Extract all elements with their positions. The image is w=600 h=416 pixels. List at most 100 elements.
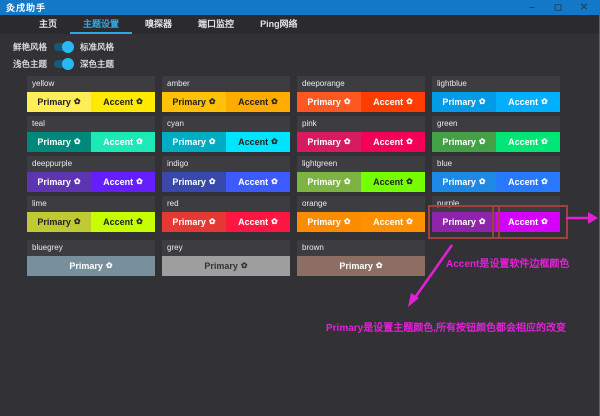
accent-button-green[interactable]: Accent✿ xyxy=(496,132,560,152)
primary-button-lightblue[interactable]: Primary✿ xyxy=(432,92,496,112)
theme-card-red: redPrimary✿Accent✿ xyxy=(162,196,290,232)
swatch-row: Primary✿Accent✿ xyxy=(297,212,425,232)
theme-card-bluegrey: bluegreyPrimary✿ xyxy=(27,240,155,276)
maximize-icon[interactable]: ◻ xyxy=(551,0,565,15)
palette-icon: ✿ xyxy=(209,98,216,106)
theme-card-title: lightblue xyxy=(432,76,560,92)
swatch-row: Primary✿Accent✿ xyxy=(27,132,155,152)
primary-button-brown[interactable]: Primary✿ xyxy=(297,256,425,276)
primary-button-pink[interactable]: Primary✿ xyxy=(297,132,361,152)
primary-label: Primary xyxy=(37,137,71,147)
primary-button-blue[interactable]: Primary✿ xyxy=(432,172,496,192)
primary-button-deeporange[interactable]: Primary✿ xyxy=(297,92,361,112)
palette-icon: ✿ xyxy=(479,178,486,186)
primary-button-purple[interactable]: Primary✿ xyxy=(432,212,496,232)
theme-card-title: orange xyxy=(297,196,425,212)
close-icon[interactable]: ✕ xyxy=(577,0,591,15)
primary-button-red[interactable]: Primary✿ xyxy=(162,212,226,232)
accent-arrow xyxy=(564,210,600,226)
tab-ping-network[interactable]: Ping网络 xyxy=(247,15,311,34)
swatch-row: Primary✿Accent✿ xyxy=(297,92,425,112)
tab-bar: 主页 主题设置 嗅探器 端口监控 Ping网络 xyxy=(0,15,599,34)
theme-card-green: greenPrimary✿Accent✿ xyxy=(432,116,560,152)
tab-sniffer[interactable]: 嗅探器 xyxy=(132,15,185,34)
theme-card-title: teal xyxy=(27,116,155,132)
accent-label: Accent xyxy=(508,137,538,147)
palette-icon: ✿ xyxy=(74,218,81,226)
palette-icon: ✿ xyxy=(406,138,413,146)
primary-label: Primary xyxy=(442,97,476,107)
theme-card-title: indigo xyxy=(162,156,290,172)
primary-button-grey[interactable]: Primary✿ xyxy=(162,256,290,276)
accent-button-purple[interactable]: Accent✿ xyxy=(496,212,560,232)
accent-button-orange[interactable]: Accent✿ xyxy=(361,212,425,232)
theme-card-pink: pinkPrimary✿Accent✿ xyxy=(297,116,425,152)
primary-label: Primary xyxy=(172,137,206,147)
primary-button-amber[interactable]: Primary✿ xyxy=(162,92,226,112)
primary-button-yellow[interactable]: Primary✿ xyxy=(27,92,91,112)
primary-button-orange[interactable]: Primary✿ xyxy=(297,212,361,232)
palette-icon: ✿ xyxy=(479,218,486,226)
accent-label: Accent xyxy=(238,177,268,187)
theme-card-brown: brownPrimary✿ xyxy=(297,240,425,276)
accent-button-indigo[interactable]: Accent✿ xyxy=(226,172,290,192)
accent-button-lightgreen[interactable]: Accent✿ xyxy=(361,172,425,192)
style-toggle-row: 鲜艳风格 标准风格 xyxy=(13,40,114,53)
palette-icon: ✿ xyxy=(376,262,383,270)
accent-button-amber[interactable]: Accent✿ xyxy=(226,92,290,112)
primary-button-lightgreen[interactable]: Primary✿ xyxy=(297,172,361,192)
accent-label: Accent xyxy=(373,217,403,227)
palette-icon: ✿ xyxy=(344,178,351,186)
palette-icon: ✿ xyxy=(479,98,486,106)
accent-label: Accent xyxy=(238,97,268,107)
primary-button-teal[interactable]: Primary✿ xyxy=(27,132,91,152)
accent-button-deeppurple[interactable]: Accent✿ xyxy=(91,172,155,192)
primary-button-indigo[interactable]: Primary✿ xyxy=(162,172,226,192)
palette-icon: ✿ xyxy=(209,218,216,226)
theme-card-title: deeppurple xyxy=(27,156,155,172)
tab-home[interactable]: 主页 xyxy=(26,15,70,34)
primary-button-bluegrey[interactable]: Primary✿ xyxy=(27,256,155,276)
theme-card-lime: limePrimary✿Accent✿ xyxy=(27,196,155,232)
swatch-row: Primary✿Accent✿ xyxy=(432,132,560,152)
accent-button-deeporange[interactable]: Accent✿ xyxy=(361,92,425,112)
accent-label: Accent xyxy=(373,137,403,147)
primary-label: Primary xyxy=(307,217,341,227)
accent-button-lime[interactable]: Accent✿ xyxy=(91,212,155,232)
accent-button-cyan[interactable]: Accent✿ xyxy=(226,132,290,152)
primary-button-cyan[interactable]: Primary✿ xyxy=(162,132,226,152)
accent-button-yellow[interactable]: Accent✿ xyxy=(91,92,155,112)
palette-icon: ✿ xyxy=(136,178,143,186)
primary-label: Primary xyxy=(307,137,341,147)
theme-card-title: cyan xyxy=(162,116,290,132)
style-toggle[interactable] xyxy=(54,43,73,51)
accent-button-pink[interactable]: Accent✿ xyxy=(361,132,425,152)
palette-icon: ✿ xyxy=(241,262,248,270)
palette-icon: ✿ xyxy=(541,98,548,106)
accent-label: Accent xyxy=(103,137,133,147)
tab-port-monitor[interactable]: 端口监控 xyxy=(185,15,247,34)
accent-label: Accent xyxy=(238,217,268,227)
accent-label: Accent xyxy=(508,217,538,227)
accent-button-blue[interactable]: Accent✿ xyxy=(496,172,560,192)
primary-label: Primary xyxy=(172,97,206,107)
palette-icon: ✿ xyxy=(406,218,413,226)
accent-button-lightblue[interactable]: Accent✿ xyxy=(496,92,560,112)
accent-button-teal[interactable]: Accent✿ xyxy=(91,132,155,152)
tab-theme-settings[interactable]: 主题设置 xyxy=(70,15,132,34)
palette-icon: ✿ xyxy=(541,218,548,226)
palette-icon: ✿ xyxy=(136,218,143,226)
primary-button-lime[interactable]: Primary✿ xyxy=(27,212,91,232)
theme-card-title: deeporange xyxy=(297,76,425,92)
primary-button-deeppurple[interactable]: Primary✿ xyxy=(27,172,91,192)
palette-icon: ✿ xyxy=(74,98,81,106)
theme-card-blue: bluePrimary✿Accent✿ xyxy=(432,156,560,192)
theme-toggle[interactable] xyxy=(54,60,73,68)
palette-icon: ✿ xyxy=(271,98,278,106)
swatch-row: Primary✿Accent✿ xyxy=(162,132,290,152)
primary-label: Primary xyxy=(204,261,238,271)
accent-button-red[interactable]: Accent✿ xyxy=(226,212,290,232)
minimize-icon[interactable]: – xyxy=(525,0,539,15)
primary-button-green[interactable]: Primary✿ xyxy=(432,132,496,152)
palette-icon: ✿ xyxy=(209,178,216,186)
